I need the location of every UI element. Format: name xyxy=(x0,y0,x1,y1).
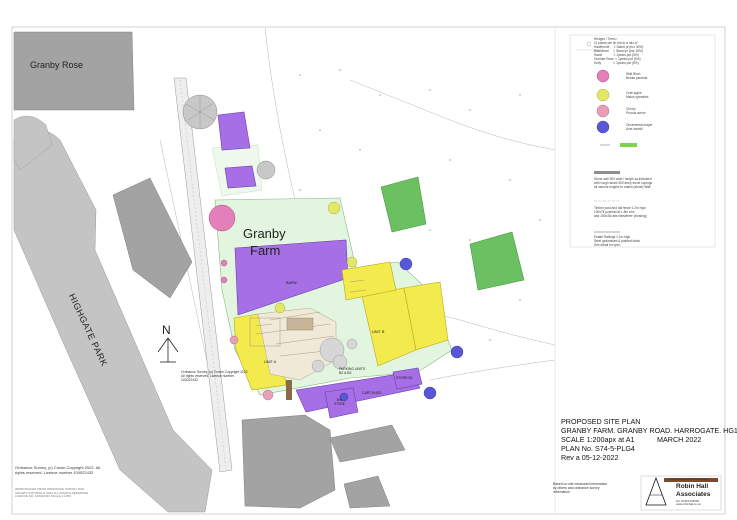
legend-item-2: Crab apple Malus sylvestris xyxy=(626,91,649,99)
north-copyright-note: Ordnance Survey, (c) Crown Copyright 202… xyxy=(181,370,249,383)
granby-farm-label-2: Farm xyxy=(250,243,281,258)
legend-wall-note: Stone wall 900 wide / length as indicate… xyxy=(594,177,653,189)
title-line-2: GRANBY FARM. GRANBY ROAD. HARROGATE. HG1… xyxy=(561,426,737,435)
crab-apple-1 xyxy=(327,201,341,215)
bin-store-label: BIN STORE xyxy=(334,398,345,406)
barn-label: BARN xyxy=(286,281,297,285)
cart-shed-label: CART SHED xyxy=(362,391,382,395)
maple-tree-3 xyxy=(423,386,437,400)
firm-name-2: Associates xyxy=(676,491,711,498)
store-b1-label: STORE B1 xyxy=(396,376,413,380)
title-line-4: PLAN No. S74-5-PLG4 xyxy=(561,444,635,453)
legend-birch-symbol xyxy=(596,69,610,83)
cherry-tree-2 xyxy=(262,389,274,401)
firm-name-1: Robin Hall xyxy=(676,483,709,490)
birch-tree-3 xyxy=(220,276,228,284)
firm-address: Tel: 01423 000000 www.robinhall.co.uk xyxy=(676,499,701,507)
wall-section xyxy=(286,380,292,400)
outbuilding-2 xyxy=(224,165,257,189)
north-label: N xyxy=(162,323,171,337)
legend-intro: Hedges / Trees / 11 plants per lin mtr t… xyxy=(594,37,644,65)
title-line-3a: SCALE 1:200apx at A1 xyxy=(561,435,635,444)
maple-tree-2 xyxy=(450,345,464,359)
maple-tree-1 xyxy=(399,257,413,271)
crab-apple-2 xyxy=(346,256,358,268)
granby-rose-building xyxy=(13,31,135,111)
crab-apple-3 xyxy=(274,302,286,314)
legend-cherry-symbol xyxy=(596,104,610,118)
parking-label: PARKING UNITS B2 & B3 xyxy=(339,367,366,376)
survey-note: Based on site measured information by ot… xyxy=(553,482,608,495)
brown-wall xyxy=(286,317,314,331)
legend-item-4: Ornamental maple Acer davidii xyxy=(626,123,653,131)
outbuilding-1 xyxy=(217,111,251,151)
legend-stone-wall xyxy=(594,171,620,174)
legend-railing-note: Estate Railings 1.1m high Steel galvanis… xyxy=(594,235,641,247)
legend-fence-note: Timber post and rail fence 1.2m high 100… xyxy=(594,206,647,218)
birch-tree-1 xyxy=(208,204,236,232)
neighbour-building-2 xyxy=(241,414,336,509)
title-line-3b: MARCH 2022 xyxy=(657,435,702,444)
title-line-5: Rev a 05-12-2022 xyxy=(561,453,619,462)
unit-b-label: UNIT B xyxy=(372,330,385,334)
firm-tag: Architectural & Technical Design xyxy=(669,477,710,481)
birch-tree-2 xyxy=(220,259,228,267)
main-copyright-note: Ordnance Survey, (c) Crown Copyright 202… xyxy=(15,465,101,475)
tiny-copyright-note: REPRODUCED FROM ORDNANCE SURVEY MAP CROW… xyxy=(15,487,89,499)
legend-green-swatch xyxy=(620,143,637,147)
cherry-tree-1 xyxy=(229,335,239,345)
title-line-1: PROPOSED SITE PLAN xyxy=(561,417,641,426)
existing-tree-2 xyxy=(256,160,276,180)
legend-crab-apple-symbol xyxy=(596,88,610,102)
legend-item-1: Wild Birch Betula pendula xyxy=(626,72,648,80)
granby-rose-label: Granby Rose xyxy=(30,60,84,70)
legend-maple-symbol xyxy=(596,120,610,134)
granby-farm-label-1: Granby xyxy=(243,226,286,241)
unit-a-label: UNIT A xyxy=(264,360,277,364)
legend-item-3: Cherry Prunus avium xyxy=(626,107,646,115)
site-plan-sheet: Granby Rose HIGHGATE PARK Granby Farm N … xyxy=(0,0,737,520)
